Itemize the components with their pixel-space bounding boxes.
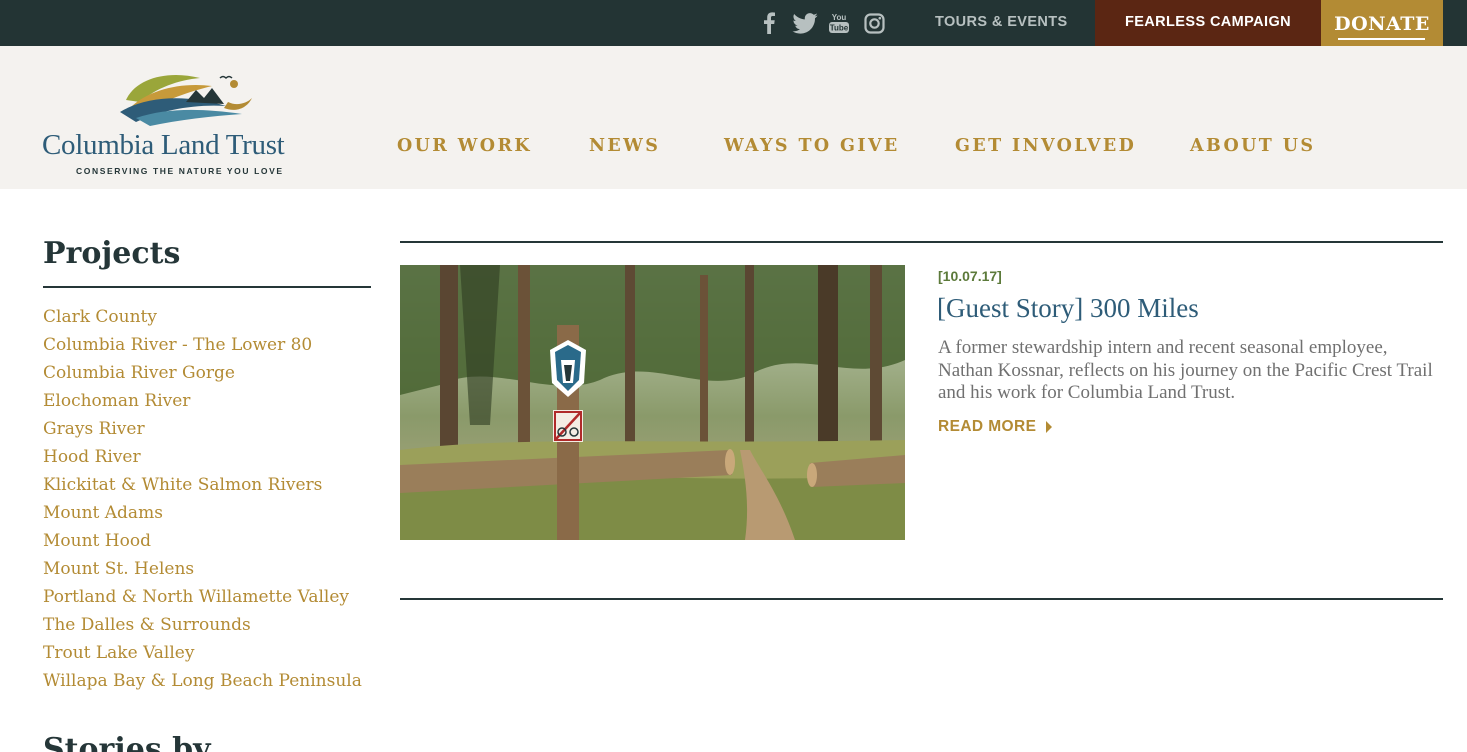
site-header: Columbia Land Trust CONSERVING THE NATUR…: [0, 46, 1467, 189]
article-bottom-divider: [400, 598, 1443, 600]
svg-text:Tube: Tube: [830, 24, 849, 33]
nav-news[interactable]: NEWS: [589, 136, 660, 156]
stories-by-heading: Stories by: [43, 732, 211, 752]
project-link[interactable]: Trout Lake Valley: [43, 642, 362, 670]
article-title[interactable]: [Guest Story] 300 Miles: [937, 293, 1199, 324]
project-list: Clark County Columbia River - The Lower …: [43, 306, 362, 698]
sidebar-divider: [43, 286, 371, 288]
project-link[interactable]: Portland & North Willamette Valley: [43, 586, 362, 614]
logo-tagline: CONSERVING THE NATURE YOU LOVE: [76, 166, 284, 176]
read-more-link[interactable]: READ MORE: [938, 418, 1053, 436]
project-link[interactable]: Klickitat & White Salmon Rivers: [43, 474, 362, 502]
project-link[interactable]: Elochoman River: [43, 390, 362, 418]
caret-right-icon: [1046, 421, 1053, 433]
read-more-label: READ MORE: [938, 418, 1037, 435]
facebook-icon[interactable]: [760, 11, 778, 35]
project-link[interactable]: Clark County: [43, 306, 362, 334]
youtube-icon[interactable]: You Tube: [828, 11, 850, 35]
project-link[interactable]: Willapa Bay & Long Beach Peninsula: [43, 670, 362, 698]
top-bar: You Tube TOURS & EVENTS FEARLESS CAMPAIG…: [0, 0, 1467, 46]
project-link[interactable]: Mount St. Helens: [43, 558, 362, 586]
instagram-icon[interactable]: [863, 11, 885, 35]
project-link[interactable]: Grays River: [43, 418, 362, 446]
article-excerpt: A former stewardship intern and recent s…: [938, 337, 1433, 403]
svg-text:You: You: [832, 13, 847, 22]
nav-ways-to-give[interactable]: WAYS TO GIVE: [724, 136, 900, 156]
fearless-campaign-button[interactable]: FEARLESS CAMPAIGN: [1095, 0, 1321, 46]
project-link[interactable]: Columbia River Gorge: [43, 362, 362, 390]
nav-get-involved[interactable]: GET INVOLVED: [955, 136, 1136, 156]
nav-about-us[interactable]: ABOUT US: [1190, 136, 1315, 156]
project-link[interactable]: Mount Hood: [43, 530, 362, 558]
logo-mark-icon: [120, 74, 252, 126]
sidebar-title: Projects: [43, 236, 181, 271]
forest-trail-photo: [400, 265, 905, 540]
twitter-icon[interactable]: [792, 11, 818, 35]
project-link[interactable]: Mount Adams: [43, 502, 362, 530]
donate-label: DONATE: [1334, 13, 1430, 35]
tours-events-link[interactable]: TOURS & EVENTS: [935, 14, 1068, 30]
article-image[interactable]: [400, 265, 905, 540]
nav-our-work[interactable]: OUR WORK: [397, 136, 532, 156]
project-link[interactable]: Columbia River - The Lower 80: [43, 334, 362, 362]
logo-wordmark: Columbia Land Trust: [42, 129, 285, 161]
project-link[interactable]: Hood River: [43, 446, 362, 474]
donate-underline: [1338, 38, 1425, 40]
project-link[interactable]: The Dalles & Surrounds: [43, 614, 362, 642]
site-logo[interactable]: Columbia Land Trust CONSERVING THE NATUR…: [40, 72, 325, 178]
article-date: [10.07.17]: [938, 268, 1002, 284]
article-top-divider: [400, 241, 1443, 243]
